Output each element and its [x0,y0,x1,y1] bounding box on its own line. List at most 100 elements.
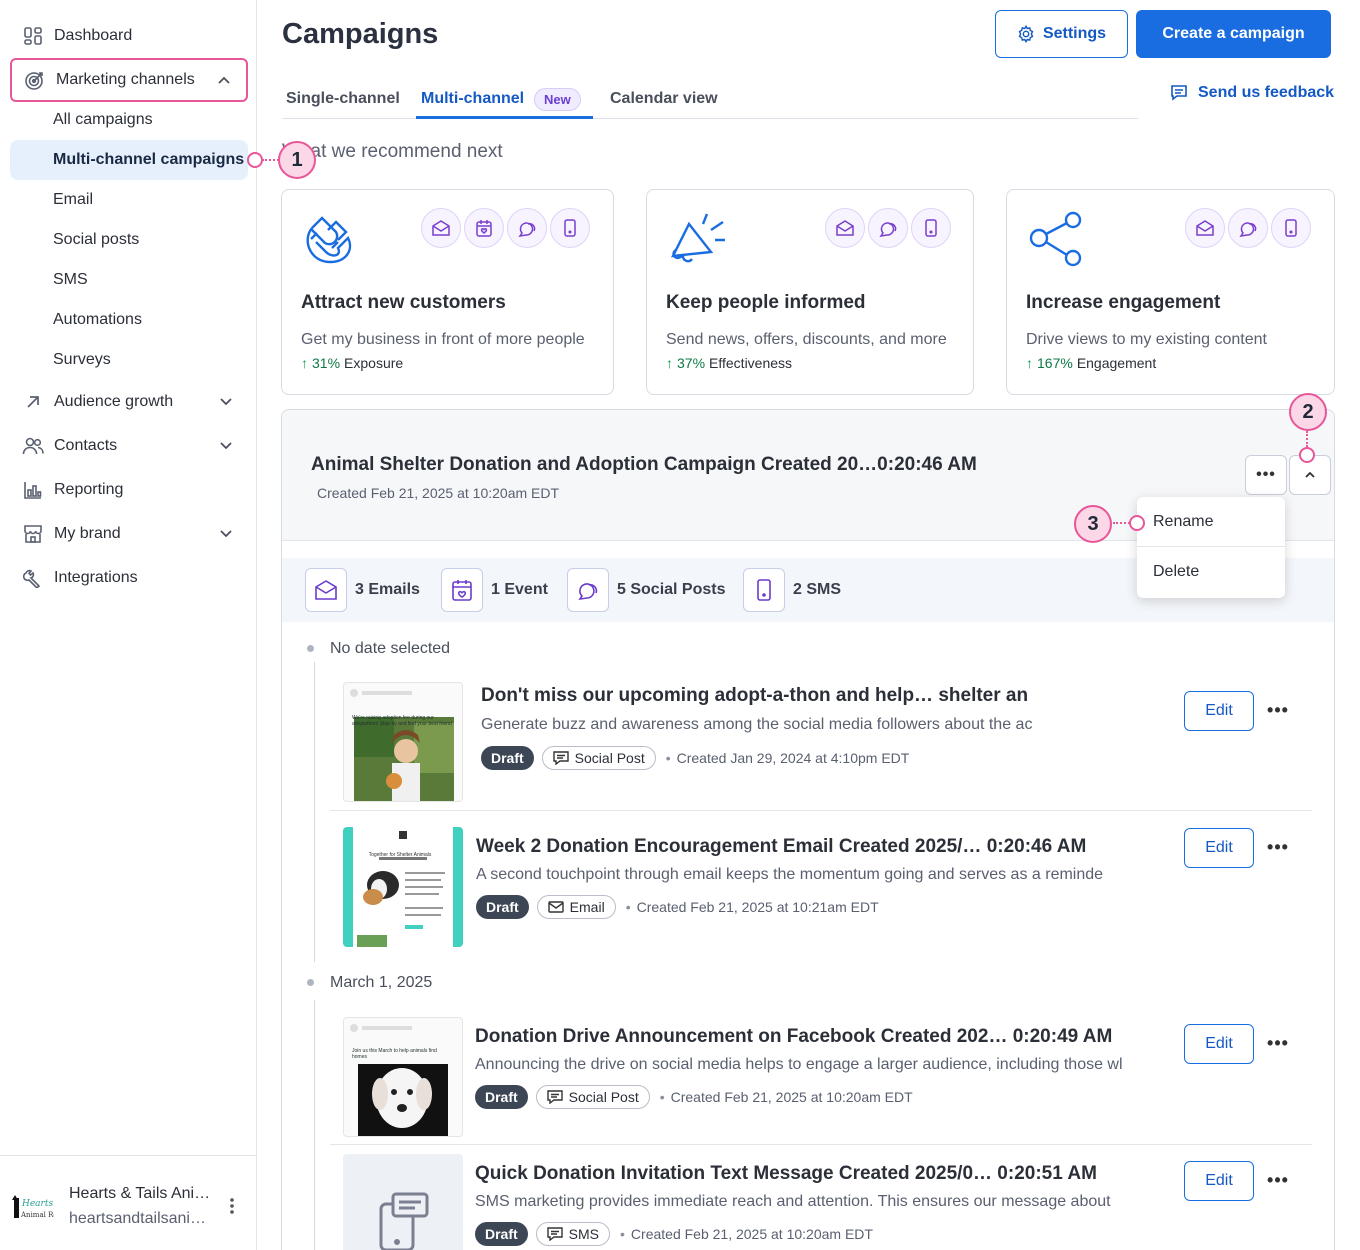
campaign-item-row[interactable]: Quick Donation Invitation Text Message C… [330,1147,1312,1250]
menu-rename[interactable]: Rename [1137,497,1285,547]
stat-label: Exposure [344,355,404,371]
tab-multi-channel[interactable]: Multi-channel [421,90,524,108]
item-desc: SMS marketing provides immediate reach a… [475,1193,1111,1210]
status-badge: Draft [481,746,534,770]
recommend-card-attract[interactable]: Attract new customers Get my business in… [281,189,614,395]
type-badge: SMS [535,1222,611,1246]
meta-separator: • [620,1226,625,1242]
store-icon [22,523,44,545]
nav-sub-email[interactable]: Email [10,180,248,220]
nav-sub-social-posts[interactable]: Social posts [10,220,248,260]
send-feedback-link[interactable]: Send us feedback [1170,84,1334,102]
campaign-item-row[interactable]: Together for Shelter Animals Week 2 Dona… [330,820,1312,958]
magnet-icon [302,210,360,268]
summary-events-label: 1 Event [491,581,548,598]
nav-sub-label: SMS [53,271,88,288]
svg-text:Animal Rescue: Animal Rescue [20,1211,54,1219]
more-vertical-icon[interactable] [224,1196,240,1216]
stat-pct: 37% [677,355,706,371]
nav-my-brand[interactable]: My brand [10,514,248,554]
nav-integrations[interactable]: Integrations [10,558,248,598]
calendar-icon [464,208,504,248]
stat-pct: 167% [1037,355,1073,371]
nav-sub-multi-channel-campaigns[interactable]: Multi-channel campaigns [10,140,248,180]
dashboard-icon [22,25,44,47]
recommend-card-inform[interactable]: Keep people informed Send news, offers, … [646,189,974,395]
gear-icon [1018,25,1034,43]
tools-icon [22,567,44,589]
card-title: Keep people informed [666,292,866,313]
item-title[interactable]: Don't miss our upcoming adopt-a-thon and… [481,685,1051,707]
tab-single-channel[interactable]: Single-channel [286,90,400,108]
campaign-item-row[interactable]: Join us this March to help animals find … [330,1010,1312,1148]
phone-icon [550,208,590,248]
nav-marketing-channels[interactable]: Marketing channels [10,58,248,102]
chat-icon [552,751,569,765]
social-post-thumbnail [343,682,463,802]
card-desc: Get my business in front of more people [301,331,585,348]
recommend-card-engage[interactable]: Increase engagement Drive views to my ex… [1006,189,1335,395]
menu-delete[interactable]: Delete [1137,547,1285,597]
more-horizontal-icon[interactable]: ••• [1267,1033,1288,1053]
edit-button[interactable]: Edit [1184,1161,1254,1201]
edit-button[interactable]: Edit [1184,691,1254,731]
summary-sms: 2 SMS [743,568,841,612]
edit-button[interactable]: Edit [1184,1024,1254,1064]
summary-emails-label: 3 Emails [355,581,420,598]
card-desc: Drive views to my existing content [1026,331,1267,348]
tab-calendar-view[interactable]: Calendar view [610,90,718,108]
date-group-label: March 1, 2025 [330,974,433,991]
callout-badge: 3 [1074,505,1112,543]
nav-sub-automations[interactable]: Automations [10,300,248,340]
item-title[interactable]: Week 2 Donation Encouragement Email Crea… [476,836,1126,858]
item-title[interactable]: Donation Drive Announcement on Facebook … [475,1026,1150,1048]
share-icon [1027,210,1085,268]
more-horizontal-icon[interactable]: ••• [1267,700,1288,720]
timeline-line [314,1000,315,1250]
nav-sub-all-campaigns[interactable]: All campaigns [10,100,248,140]
row-divider [330,1144,1312,1145]
nav-marketing-channels-label: Marketing channels [56,71,195,88]
channel-icons [421,208,590,248]
meta-separator: • [659,1089,665,1105]
email-icon [1185,208,1225,248]
settings-button[interactable]: Settings [995,10,1128,58]
social-chat-icon [507,208,547,248]
chevron-down-icon [218,525,236,543]
target-icon [24,69,46,91]
more-horizontal-icon[interactable]: ••• [1267,837,1288,857]
summary-events: 1 Event [441,568,548,612]
channel-icons [825,208,951,248]
meta-separator: • [625,899,631,915]
arrow-up-icon: ↑ [1026,355,1033,371]
timeline-line [314,662,315,962]
summary-sms-label: 2 SMS [793,581,842,598]
campaign-item-row[interactable]: We're raising adoption fee during our ad… [330,675,1312,813]
create-campaign-button[interactable]: Create a campaign [1136,10,1331,58]
svg-text:Hearts: Hearts [21,1199,53,1209]
active-tab-indicator [416,116,593,119]
envelope-icon [547,901,564,913]
nav-dashboard[interactable]: Dashboard [10,16,248,56]
nav-sub-surveys[interactable]: Surveys [10,340,248,380]
callout-anchor [1129,515,1145,531]
type-label: SMS [568,1226,600,1242]
campaign-more-button[interactable]: ••• [1245,455,1287,495]
nav-contacts[interactable]: Contacts [10,426,248,466]
more-horizontal-icon[interactable]: ••• [1267,1170,1288,1190]
campaign-title: Animal Shelter Donation and Adoption Cam… [311,454,977,475]
account-switcher[interactable]: Hearts Animal Rescue Hearts & Tails Ani…… [0,1155,256,1250]
thumbnail-caption: Join us this March to help animals find … [352,1048,437,1060]
nav-sub-label: Automations [53,311,142,328]
chevron-down-icon [218,393,236,411]
nav-reporting[interactable]: Reporting [10,470,248,510]
item-title[interactable]: Quick Donation Invitation Text Message C… [475,1163,1135,1185]
sms-thumbnail [343,1154,463,1250]
nav-sub-sms[interactable]: SMS [10,260,248,300]
type-label: Social Post [574,750,645,766]
nav-audience-growth[interactable]: Audience growth [10,382,248,422]
chevron-up-icon [1305,471,1315,478]
edit-button[interactable]: Edit [1184,828,1254,868]
card-title: Attract new customers [301,292,506,313]
stat-label: Effectiveness [709,355,793,371]
